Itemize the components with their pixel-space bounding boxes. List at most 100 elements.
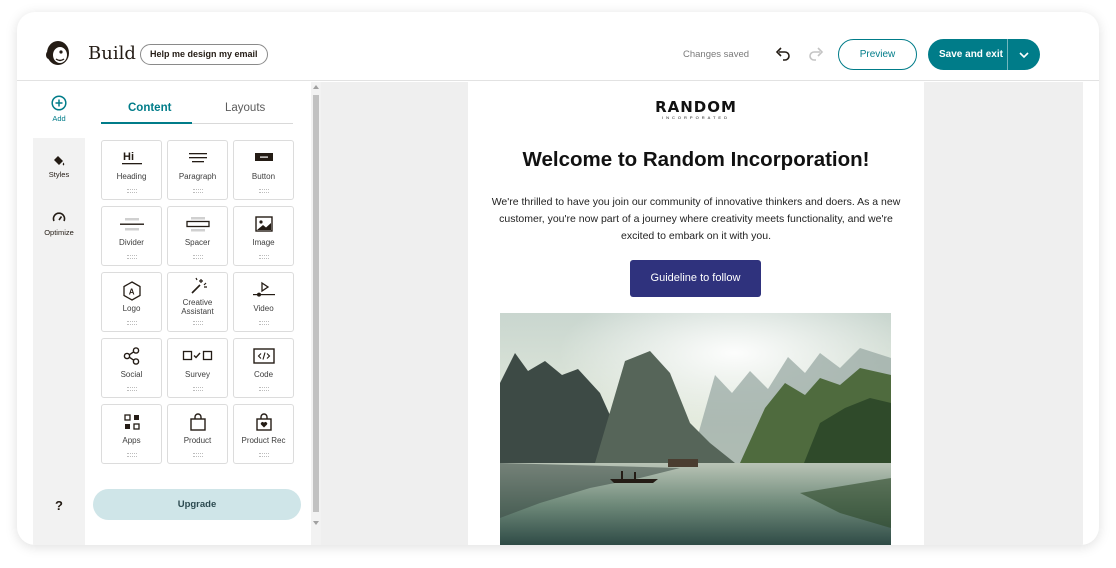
tab-active-indicator	[101, 122, 192, 124]
code-icon	[252, 348, 275, 364]
chevron-down-icon[interactable]	[1017, 48, 1031, 62]
block-label: Apps	[122, 436, 141, 445]
block-heading[interactable]: Hi Heading	[101, 140, 162, 200]
magic-wand-icon	[190, 277, 207, 294]
block-paragraph[interactable]: Paragraph	[167, 140, 228, 200]
button-icon	[254, 153, 273, 161]
block-label: Logo	[122, 304, 141, 313]
drag-handle-icon[interactable]	[193, 321, 203, 325]
drag-handle-icon[interactable]	[259, 387, 269, 391]
block-label: Paragraph	[178, 172, 217, 181]
image-icon	[254, 216, 273, 232]
redo-icon[interactable]	[807, 45, 825, 63]
mailchimp-logo-icon	[46, 41, 69, 65]
email-headline[interactable]: Welcome to Random Incorporation!	[468, 148, 924, 172]
block-code[interactable]: Code	[233, 338, 294, 398]
survey-icon	[182, 350, 212, 361]
help-button[interactable]: ?	[33, 498, 85, 513]
save-and-exit-button[interactable]: Save and exit	[928, 39, 1040, 70]
save-status: Changes saved	[683, 49, 750, 60]
drag-handle-icon[interactable]	[193, 255, 203, 259]
drag-handle-icon[interactable]	[259, 453, 269, 457]
brand-logo[interactable]: RANDOM INCORPORATED	[468, 98, 924, 121]
email-canvas: RANDOM INCORPORATED Welcome to Random In…	[321, 82, 1083, 545]
paint-bucket-icon	[54, 156, 65, 166]
block-label: Spacer	[184, 238, 211, 247]
upgrade-button[interactable]: Upgrade	[93, 489, 301, 520]
drag-handle-icon[interactable]	[259, 189, 269, 193]
block-label: Button	[251, 172, 276, 181]
scroll-down-arrow-icon[interactable]	[313, 521, 319, 525]
top-bar: Build Help me design my email Changes sa…	[17, 12, 1099, 81]
block-spacer[interactable]: Spacer	[167, 206, 228, 266]
drag-handle-icon[interactable]	[193, 189, 203, 193]
block-product[interactable]: Product	[167, 404, 228, 464]
paragraph-icon	[188, 153, 207, 163]
block-apps[interactable]: Apps	[101, 404, 162, 464]
tab-content[interactable]: Content	[128, 102, 171, 114]
gauge-icon	[52, 212, 66, 222]
drag-handle-icon[interactable]	[193, 387, 203, 391]
block-social[interactable]: Social	[101, 338, 162, 398]
apps-icon	[123, 414, 140, 430]
block-label: Image	[252, 238, 275, 247]
drag-handle-icon[interactable]	[259, 255, 269, 259]
drag-handle-icon[interactable]	[127, 321, 137, 325]
block-label: Product	[183, 436, 212, 445]
block-creative-assistant[interactable]: Creative Assistant	[167, 272, 228, 332]
undo-icon[interactable]	[774, 45, 792, 63]
divider-icon	[119, 218, 144, 231]
email-body-text[interactable]: We're thrilled to have you join our comm…	[486, 194, 906, 245]
block-label: Code	[253, 370, 274, 379]
rail-optimize-label: Optimize	[44, 228, 74, 237]
drag-handle-icon[interactable]	[127, 189, 137, 193]
block-label: Social	[120, 370, 143, 379]
rail-add-item[interactable]: Add	[33, 95, 85, 123]
drag-handle-icon[interactable]	[259, 321, 269, 325]
rail-optimize[interactable]: Optimize	[33, 211, 85, 237]
heading-icon: Hi	[121, 151, 142, 165]
brand-subtitle: INCORPORATED	[662, 115, 730, 120]
block-label: Product Rec	[241, 436, 286, 445]
button-separator	[1007, 39, 1008, 70]
tab-layouts[interactable]: Layouts	[225, 102, 265, 114]
logo-icon: A	[122, 281, 141, 301]
scroll-up-arrow-icon[interactable]	[313, 85, 319, 89]
rail-add-label: Add	[52, 114, 66, 123]
panel-scrollbar-thumb[interactable]	[313, 95, 319, 512]
block-survey[interactable]: Survey	[167, 338, 228, 398]
product-rec-icon	[255, 413, 272, 431]
brand-name: RANDOM	[655, 98, 737, 116]
video-icon	[252, 281, 275, 297]
drag-handle-icon[interactable]	[127, 255, 137, 259]
block-label: Video	[253, 304, 274, 313]
email-cta-button[interactable]: Guideline to follow	[630, 260, 761, 297]
left-rail: Styles Optimize	[33, 82, 85, 545]
content-panel: Content Layouts Hi Heading Paragraph But…	[85, 82, 311, 545]
block-label: Divider	[119, 238, 144, 247]
hero-image[interactable]	[500, 313, 891, 545]
shopping-bag-icon	[189, 413, 206, 431]
block-divider[interactable]: Divider	[101, 206, 162, 266]
share-icon	[123, 347, 139, 365]
rail-styles[interactable]: Styles	[33, 153, 85, 179]
rail-add[interactable]: Add	[33, 82, 85, 138]
help-design-button[interactable]: Help me design my email	[140, 44, 268, 65]
block-product-rec[interactable]: Product Rec	[233, 404, 294, 464]
drag-handle-icon[interactable]	[193, 453, 203, 457]
block-label: Heading	[116, 172, 147, 181]
email-preview: RANDOM INCORPORATED Welcome to Random In…	[468, 82, 924, 545]
app-window: Build Help me design my email Changes sa…	[17, 12, 1099, 545]
drag-handle-icon[interactable]	[127, 453, 137, 457]
svg-text:Hi: Hi	[123, 151, 134, 163]
svg-text:A: A	[128, 288, 134, 297]
block-image[interactable]: Image	[233, 206, 294, 266]
drag-handle-icon[interactable]	[127, 387, 137, 391]
block-logo[interactable]: A Logo	[101, 272, 162, 332]
rail-styles-label: Styles	[48, 170, 70, 179]
block-button[interactable]: Button	[233, 140, 294, 200]
spacer-icon	[185, 217, 210, 232]
page-title: Build	[88, 43, 136, 64]
block-video[interactable]: Video	[233, 272, 294, 332]
preview-button[interactable]: Preview	[838, 39, 917, 70]
